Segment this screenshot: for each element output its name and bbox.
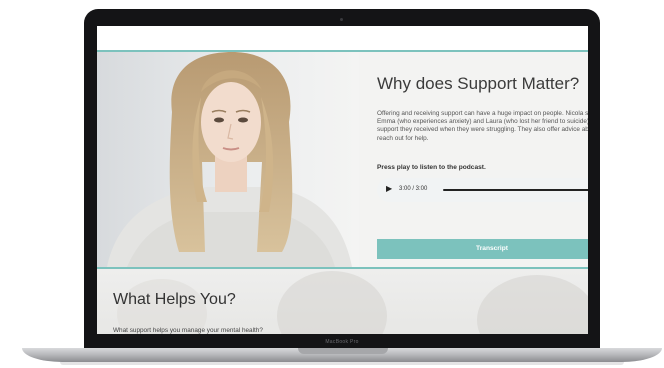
audio-time: 3:00 / 3:00 <box>399 186 428 192</box>
laptop-lid: Why does Support Matter? Offering and re… <box>84 9 600 355</box>
laptop-screen: Why does Support Matter? Offering and re… <box>97 26 588 343</box>
laptop-base-shadow <box>60 362 624 365</box>
press-play-label: Press play to listen to the podcast. <box>377 164 486 171</box>
what-helps-title: What Helps You? <box>113 291 236 308</box>
transcript-button[interactable]: Transcript <box>377 239 588 259</box>
support-section: Why does Support Matter? Offering and re… <box>97 52 588 267</box>
what-helps-section: What Helps You? What support helps you m… <box>97 269 588 343</box>
play-icon[interactable]: ▶ <box>386 184 392 193</box>
background-photo-shape <box>277 271 387 343</box>
laptop-brand-label: MacBook Pro <box>325 339 359 345</box>
section-title: Why does Support Matter? <box>377 74 580 93</box>
page-header <box>97 26 588 50</box>
laptop-opening-notch <box>298 348 388 354</box>
audio-player[interactable]: ▶ 3:00 / 3:00 <box>377 178 588 202</box>
camera-icon <box>340 18 343 21</box>
what-helps-question: What support helps you manage your menta… <box>113 327 263 334</box>
background-photo-shape <box>477 275 588 343</box>
section-description: Offering and receiving support can have … <box>377 110 588 142</box>
audio-progress-track[interactable] <box>443 189 588 191</box>
woman-photo <box>97 52 359 267</box>
